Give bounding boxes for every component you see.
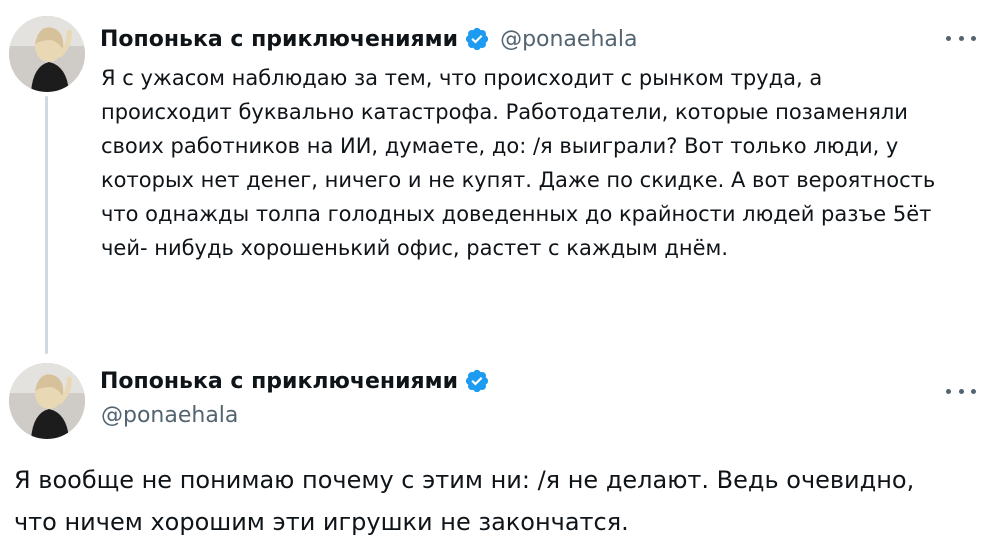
more-options-icon[interactable]	[946, 386, 976, 396]
avatar[interactable]	[9, 363, 85, 439]
avatar-photo-icon	[9, 16, 85, 92]
tweet-text: Я с ужасом наблюдаю за тем, что происход…	[101, 66, 936, 260]
author-display-name[interactable]: Попонька с приключениями	[100, 27, 458, 52]
thread-connector-line	[45, 96, 48, 354]
verified-badge-icon[interactable]	[464, 368, 490, 394]
author-display-name[interactable]: Попонька с приключениями	[100, 369, 458, 394]
verified-badge-icon[interactable]	[464, 26, 490, 52]
more-options-icon[interactable]	[946, 33, 976, 43]
tweet-text: Я вообще не понимаю почему с этим ни: /я…	[14, 466, 915, 536]
author-handle[interactable]: @ponaehala	[101, 403, 238, 428]
avatar[interactable]	[9, 16, 85, 92]
avatar-photo-icon	[9, 363, 85, 439]
tweet-header: Попонька с приключениями	[100, 368, 490, 394]
author-handle[interactable]: @ponaehala	[500, 27, 637, 52]
tweet-header: Попонька с приключениями @ponaehala	[100, 26, 637, 52]
